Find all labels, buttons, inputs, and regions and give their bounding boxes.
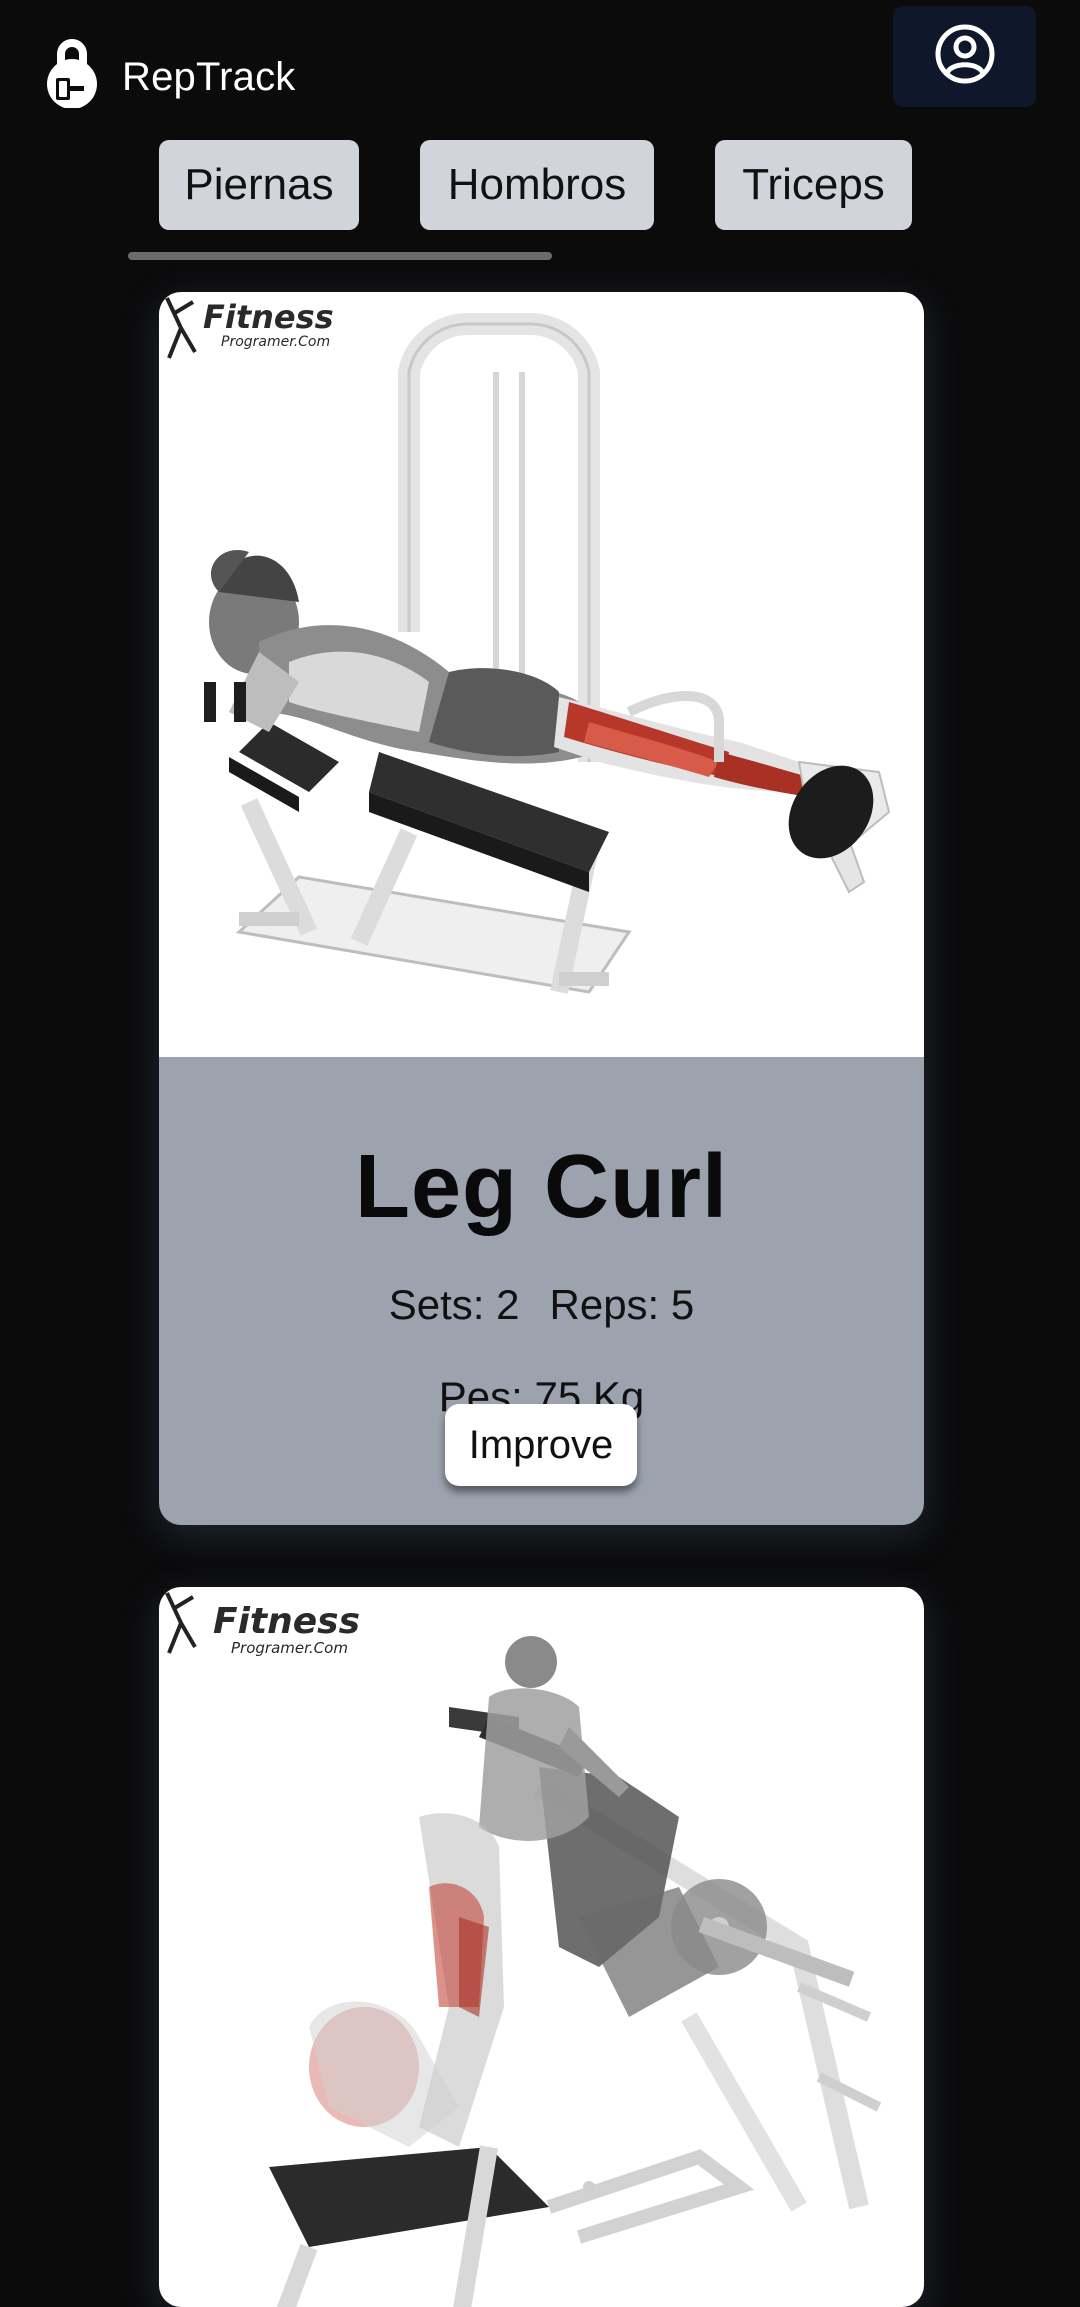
- tabs-scrollbar[interactable]: [128, 252, 552, 260]
- reps-label: Reps: 5: [549, 1281, 695, 1328]
- profile-button[interactable]: [893, 6, 1036, 107]
- svg-text:Fitness: Fitness: [203, 298, 334, 336]
- lying-leg-curl-illustration: [204, 313, 891, 994]
- exercise-image: Fitness Programer.Com: [159, 1587, 924, 2307]
- fitness-programer-logo: Fitness Programer.Com: [165, 1592, 360, 1657]
- exercise-card: Fitness Programer.Com: [159, 292, 924, 1525]
- fitness-programer-logo: Fitness Programer.Com: [165, 297, 334, 359]
- app-header: RepTrack: [0, 0, 1080, 140]
- exercise-card: Fitness Programer.Com: [159, 1587, 924, 2307]
- sets-label: Sets: 2: [388, 1281, 520, 1328]
- tab-piernas[interactable]: Piernas: [159, 140, 359, 230]
- svg-text:Programer.Com: Programer.Com: [221, 334, 330, 350]
- kettlebell-icon: [44, 36, 100, 109]
- exercise-image: Fitness Programer.Com: [159, 292, 924, 1057]
- exercise-stats: Sets: 2 Reps: 5: [159, 1279, 924, 1331]
- app-name: RepTrack: [122, 55, 296, 99]
- user-circle-icon: [934, 23, 996, 90]
- tab-triceps[interactable]: Triceps: [715, 140, 912, 230]
- hack-squat-illustration: [269, 1636, 882, 2307]
- svg-text:Fitness: Fitness: [213, 1601, 360, 1642]
- tab-hombros[interactable]: Hombros: [420, 140, 654, 230]
- improve-button[interactable]: Improve: [445, 1404, 637, 1486]
- exercise-title: Leg Curl: [354, 1137, 728, 1237]
- svg-text:Programer.Com: Programer.Com: [231, 1639, 348, 1657]
